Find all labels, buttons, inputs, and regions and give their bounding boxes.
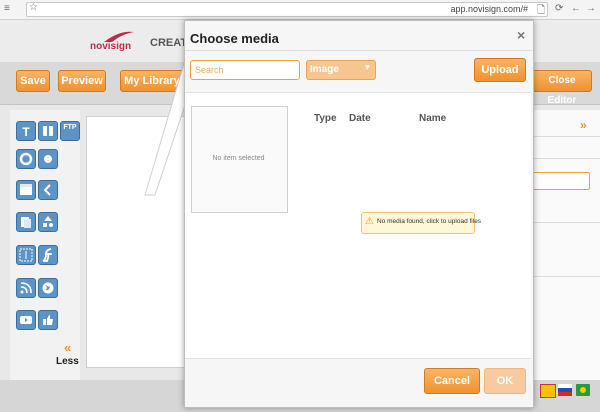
ftp-tool[interactable]: FTP — [60, 121, 80, 141]
thumbs-up-icon — [43, 315, 53, 325]
reload-icon[interactable]: ⟳ — [555, 3, 563, 14]
property-input[interactable] — [530, 172, 590, 190]
text-tool[interactable]: T — [16, 121, 36, 141]
address-url: app.novisign.com/# — [450, 4, 528, 14]
column-date[interactable]: Date — [349, 113, 371, 124]
save-button[interactable]: Save — [16, 70, 50, 92]
upload-button[interactable]: Upload — [474, 58, 526, 82]
media-tool[interactable] — [38, 121, 58, 141]
back-icon[interactable]: ← — [571, 3, 581, 14]
circle-icon — [19, 152, 33, 166]
circle-tool[interactable] — [16, 149, 36, 169]
spanish-flag-icon[interactable] — [540, 384, 556, 398]
panel-divider — [530, 158, 600, 159]
sun-icon — [44, 155, 52, 163]
web-tool[interactable] — [38, 278, 58, 298]
less-link[interactable]: Less — [56, 356, 79, 367]
shapes-tool[interactable] — [38, 212, 58, 232]
bookmark-star-icon[interactable]: ☆ — [29, 2, 38, 13]
search-input[interactable] — [190, 60, 300, 80]
chevron-down-icon[interactable]: ▾ — [365, 62, 370, 73]
column-type[interactable]: Type — [314, 113, 337, 124]
close-editor-button[interactable]: Close Editor — [532, 70, 592, 106]
shapes-icon — [43, 216, 53, 227]
flash-tool[interactable] — [38, 245, 58, 265]
column-name[interactable]: Name — [419, 113, 446, 124]
panel-divider — [530, 276, 600, 277]
sun-tool[interactable] — [38, 149, 58, 169]
pages-tool[interactable] — [16, 212, 36, 232]
flash-icon — [42, 248, 52, 262]
rss-tool[interactable] — [16, 278, 36, 298]
video-tool[interactable] — [16, 180, 36, 200]
properties-panel — [530, 110, 600, 380]
pages-icon — [21, 217, 31, 228]
page-icon: 🗋 — [537, 5, 546, 16]
transition-tool[interactable] — [38, 180, 58, 200]
grid-tool[interactable] — [16, 245, 36, 265]
youtube-tool[interactable] — [16, 310, 36, 330]
globe-icon — [42, 282, 54, 294]
preview-button[interactable]: Preview — [58, 70, 106, 92]
package-icon — [43, 126, 53, 136]
warning-icon: ⚠ — [365, 216, 374, 227]
grid-icon — [19, 248, 33, 262]
ok-button[interactable]: OK — [484, 368, 526, 394]
ftp-label: FTP — [63, 124, 77, 131]
dialog-title: Choose media — [190, 31, 279, 46]
collapse-chevron-icon[interactable]: « — [64, 340, 71, 355]
cancel-button[interactable]: Cancel — [424, 368, 480, 394]
close-icon[interactable]: × — [517, 27, 525, 43]
brazilian-flag-icon[interactable] — [576, 384, 590, 396]
chevrons-icon — [43, 184, 51, 196]
browser-menu-icon[interactable]: ≡ — [4, 3, 10, 14]
russian-flag-icon[interactable] — [558, 384, 572, 396]
media-type-value: Image — [310, 64, 339, 75]
clapper-icon — [20, 184, 32, 195]
preview-placeholder: No item selected — [212, 155, 265, 162]
youtube-icon — [20, 316, 32, 324]
rss-icon — [20, 282, 32, 294]
title-divider — [185, 50, 532, 51]
panel-divider — [530, 136, 600, 137]
expand-chevron-icon[interactable]: » — [580, 118, 587, 132]
notice-message[interactable]: No media found, click to upload files — [377, 218, 481, 225]
forward-icon[interactable]: → — [586, 3, 596, 14]
panel-divider — [530, 222, 600, 223]
brand-name: novisign — [90, 41, 132, 52]
facebook-like-tool[interactable] — [38, 310, 58, 330]
